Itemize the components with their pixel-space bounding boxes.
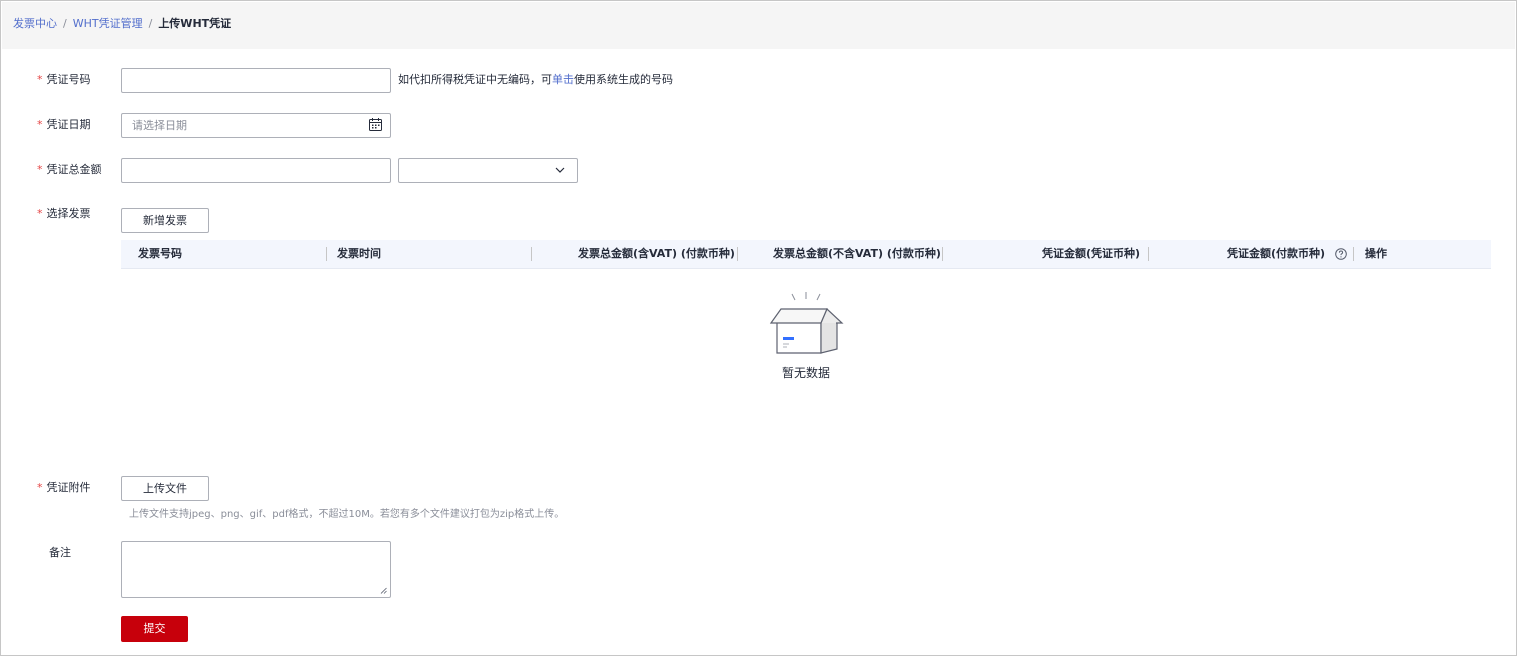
add-invoice-button[interactable]: 新增发票 [121,208,209,233]
column-divider[interactable] [326,247,327,261]
calendar-icon[interactable] [369,118,382,131]
resize-handle-icon[interactable] [380,587,387,594]
attachment-label: * 凭证附件 [37,481,91,494]
column-total-with-vat: 发票总金额(含VAT) (付款币种) [578,247,735,260]
voucher-no-label: * 凭证号码 [37,73,91,86]
breadcrumb-current: 上传WHT凭证 [158,17,232,30]
page-frame: 发票中心 / WHT凭证管理 / 上传WHT凭证 * 凭证号码 如代扣所得税凭证中无编码，… [0,0,1517,656]
column-divider[interactable] [1148,247,1149,261]
generate-number-link[interactable]: 单击 [552,73,574,86]
breadcrumb: 发票中心 / WHT凭证管理 / 上传WHT凭证 [13,17,231,31]
empty-state-text: 暂无数据 [781,366,830,380]
voucher-date-picker[interactable] [121,113,391,138]
voucher-date-input[interactable] [121,113,391,138]
column-invoice-time: 发票时间 [337,247,381,260]
currency-select[interactable] [398,158,578,183]
voucher-no-input[interactable] [121,68,391,93]
voucher-total-label: * 凭证总金额 [37,163,102,176]
column-actions: 操作 [1365,247,1387,260]
column-divider[interactable] [531,247,532,261]
remarks-textarea[interactable] [121,541,391,598]
column-total-without-vat: 发票总金额(不含VAT) (付款币种) [773,247,941,260]
column-divider[interactable] [1353,247,1354,261]
required-mark: * [37,481,43,494]
voucher-no-hint: 如代扣所得税凭证中无编码，可单击使用系统生成的号码 [398,73,673,86]
submit-button[interactable]: 提交 [121,616,188,642]
upload-note: 上传文件支持jpeg、png、gif、pdf格式，不超过10M。若您有多个文件建… [129,509,565,520]
column-invoice-no: 发票号码 [138,247,182,260]
required-mark: * [37,207,43,220]
column-voucher-amount-payment-currency: 凭证金额(付款币种) [1227,240,1347,268]
voucher-date-label: * 凭证日期 [37,118,91,131]
required-mark: * [37,73,43,86]
breadcrumb-wht-management[interactable]: WHT凭证管理 [73,17,143,30]
remarks-label: 备注 [49,546,71,559]
help-icon[interactable] [1335,248,1347,260]
chevron-down-icon [555,167,565,173]
breadcrumb-separator: / [148,17,153,30]
select-invoice-label: * 选择发票 [37,207,91,220]
upload-file-button[interactable]: 上传文件 [121,476,209,501]
required-mark: * [37,118,43,131]
column-divider[interactable] [942,247,943,261]
column-voucher-amount-voucher-currency: 凭证金额(凭证币种) [1042,247,1141,260]
voucher-total-input[interactable] [121,158,391,183]
required-mark: * [37,163,43,176]
breadcrumb-bar: 发票中心 / WHT凭证管理 / 上传WHT凭证 [2,2,1515,49]
breadcrumb-invoice-center[interactable]: 发票中心 [13,17,57,30]
invoice-table-header: 发票号码 发票时间 发票总金额(含VAT) (付款币种) 发票总金额(不含VAT… [121,240,1491,269]
empty-box-icon [769,292,844,354]
column-divider[interactable] [737,247,738,261]
breadcrumb-separator: / [63,17,67,30]
